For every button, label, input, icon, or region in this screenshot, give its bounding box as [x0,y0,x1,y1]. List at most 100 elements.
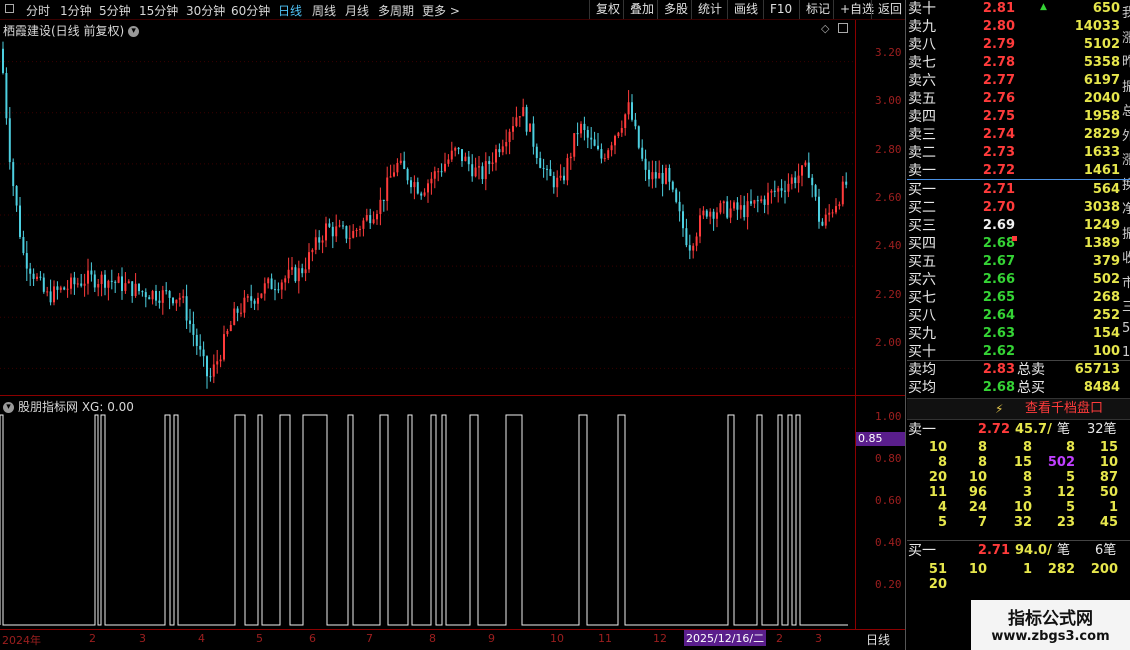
watermark-logo: 指标公式网 www.zbgs3.com [971,600,1130,650]
time-label: 11 [598,632,612,645]
level-volume: 2040 [1083,91,1120,106]
buy-level-row[interactable]: 买一 2.71 564 [907,181,1120,199]
back-button[interactable]: 返回 [871,0,905,19]
multi-stock-button[interactable]: 多股 [657,0,691,19]
buy-level-row[interactable]: 买二 2.70 3038 [907,199,1120,217]
candle-body [790,177,793,184]
candle-body [668,167,671,182]
candle-body [556,177,559,188]
level-volume: 1389 [1083,236,1120,251]
candle-body [192,323,195,335]
sell-level-row[interactable]: 卖一 2.72 1461 [907,162,1120,180]
indicator-chart[interactable] [0,410,855,628]
queue-cell: 5 [1065,500,1075,515]
candle-body [76,283,79,285]
candle-body [416,182,419,194]
buy-level-row[interactable]: 买三 2.69 1249 [907,217,1120,235]
tab-period-more[interactable]: 更多 > [422,2,460,19]
level-price: 2.75 [982,109,1015,124]
tab-period-1min[interactable]: 1分钟 [60,2,92,19]
up-arrow-icon: ▲ [1040,2,1047,12]
candle-body [818,196,820,222]
time-label: 4 [198,632,205,645]
add-favorite-button[interactable]: +自选 [833,0,874,19]
candle-body [831,212,834,214]
depth-button[interactable]: ⚡ 查看千档盘口 [907,398,1130,420]
tab-period-multi[interactable]: 多周期 [378,2,414,19]
price-label: 3.20 [875,46,902,59]
buy-level-row[interactable]: 买八 2.64 252 [907,307,1120,325]
avg-sell-row: 卖均 2.83 总卖 65713 [907,361,1120,379]
tab-period-fenshi[interactable]: 分时 [26,2,50,19]
sell-level-row[interactable]: 卖三 2.74 2829 [907,126,1120,144]
sell-level-row[interactable]: 卖八 2.79 5102 [907,36,1120,54]
queue-cell: 502 [1047,455,1075,470]
level-label: 买八 [908,308,936,324]
level-volume: 100 [1092,344,1120,359]
mark-button[interactable]: 标记 [799,0,833,19]
cursor-date-label: 2025/12/16/二 [684,630,767,646]
candle-body [495,149,497,163]
level-volume: 5102 [1083,37,1120,52]
queue-cell: 20 [928,577,947,592]
orderbook-divider [905,0,906,650]
candle-body [675,189,678,202]
sell-level-row[interactable]: 卖四 2.75 1958 [907,108,1120,126]
diamond-icon[interactable]: ◇ [821,22,829,35]
buy-marker-icon [1012,236,1017,241]
draw-line-button[interactable]: 画线 [727,0,763,19]
kline-chart[interactable] [0,36,855,394]
candle-body [760,199,763,202]
tab-period-30min[interactable]: 30分钟 [186,2,225,19]
sell-level-row[interactable]: 卖十 2.81 650 [907,0,1120,18]
f10-button[interactable]: F10 [763,0,799,19]
cut-off-column-text: 昨 [1122,55,1130,70]
sell-level-row[interactable]: 卖九 2.80 14033 [907,18,1120,36]
sell-level-row[interactable]: 卖七 2.78 5358 [907,54,1120,72]
queue-cell: 8 [1065,440,1075,455]
candle-body [705,210,708,217]
sell-level-row[interactable]: 卖六 2.77 6197 [907,72,1120,90]
tab-period-15min[interactable]: 15分钟 [139,2,178,19]
window-toggle-icon[interactable] [838,23,848,33]
candle-body [406,168,409,181]
lightning-icon: ⚡ [995,402,1004,416]
candle-body [797,175,800,184]
buy-level-row[interactable]: 买九 2.63 154 [907,325,1120,343]
tab-period-monthly[interactable]: 月线 [345,2,369,19]
candle-body [811,177,814,186]
candle-body [80,283,83,286]
statistics-button[interactable]: 统计 [691,0,727,19]
tab-period-weekly[interactable]: 周线 [312,2,336,19]
candle-body [36,276,38,279]
candle-body [644,158,647,170]
fuquan-button[interactable]: 复权 [589,0,623,19]
candle-body [155,290,157,301]
tab-period-60min[interactable]: 60分钟 [231,2,270,19]
overlay-button[interactable]: 叠加 [623,0,657,19]
buy-level-row[interactable]: 买十 2.62 100 [907,343,1120,361]
buy-level-row[interactable]: 买六 2.66 502 [907,271,1120,289]
cut-off-column-text: 收 [1122,251,1130,266]
sell-level-row[interactable]: 卖五 2.76 2040 [907,90,1120,108]
candle-body [25,253,28,269]
candle-body [90,270,93,275]
candle-body [93,274,96,288]
candle-body [134,283,137,296]
candle-body [318,237,321,243]
sell-level-row[interactable]: 卖二 2.73 1633 [907,144,1120,162]
buy-level-row[interactable]: 买七 2.65 268 [907,289,1120,307]
bid1-price: 2.71 [977,543,1010,558]
tab-period-daily[interactable]: 日线 [278,2,302,19]
cut-off-column-text: 涨 [1122,30,1130,46]
candle-body [634,119,637,127]
tab-period-5min[interactable]: 5分钟 [99,2,131,19]
top-toolbar: 分时 1分钟 5分钟 15分钟 30分钟 60分钟 日线 周线 月线 多周期 更… [0,0,905,20]
period-label[interactable]: 日线 [866,631,890,648]
candle-body [437,171,440,173]
price-label: 2.20 [875,288,902,301]
window-menu-icon[interactable] [5,4,14,13]
candle-body [821,221,824,226]
buy-level-row[interactable]: 买五 2.67 379 [907,253,1120,271]
queue-cell: 15 [1013,455,1032,470]
